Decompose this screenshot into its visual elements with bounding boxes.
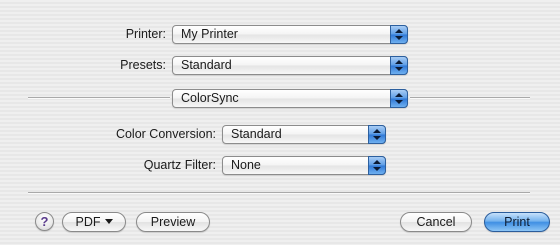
panel-popup[interactable]: ColorSync <box>172 89 408 108</box>
footer-separator <box>28 192 530 194</box>
color-conversion-label: Color Conversion: <box>115 127 216 141</box>
presets-popup[interactable]: Standard <box>172 56 408 75</box>
up-down-arrows-icon <box>390 25 408 44</box>
up-down-arrows-icon <box>390 56 408 75</box>
print-button[interactable]: Print <box>484 212 550 232</box>
printer-popup[interactable]: My Printer <box>172 25 408 44</box>
question-mark-icon: ? <box>40 214 49 229</box>
quartz-filter-popup[interactable]: None <box>222 156 386 175</box>
preview-button[interactable]: Preview <box>136 212 210 232</box>
print-button-label: Print <box>504 215 530 229</box>
cancel-button[interactable]: Cancel <box>400 212 472 232</box>
separator-right <box>410 97 530 99</box>
color-conversion-popup-value: Standard <box>231 127 282 141</box>
pdf-button-label: PDF <box>75 215 101 229</box>
up-down-arrows-icon <box>368 125 386 144</box>
up-down-arrows-icon <box>390 89 408 108</box>
cancel-button-label: Cancel <box>416 215 456 229</box>
separator-left <box>28 97 170 99</box>
up-down-arrows-icon <box>368 156 386 175</box>
color-conversion-popup[interactable]: Standard <box>222 125 386 144</box>
presets-label-text: Presets: <box>120 58 166 72</box>
help-button[interactable]: ? <box>35 212 54 231</box>
printer-label: Printer: <box>125 27 166 41</box>
printer-popup-value: My Printer <box>181 27 238 41</box>
quartz-filter-popup-value: None <box>231 158 261 172</box>
triangle-down-icon <box>104 219 113 225</box>
presets-popup-value: Standard <box>181 58 232 72</box>
panel-popup-value: ColorSync <box>181 91 239 105</box>
pdf-menu-button[interactable]: PDF <box>62 212 126 232</box>
preview-button-label: Preview <box>150 215 196 229</box>
quartz-filter-label: Quartz Filter: <box>143 158 216 172</box>
